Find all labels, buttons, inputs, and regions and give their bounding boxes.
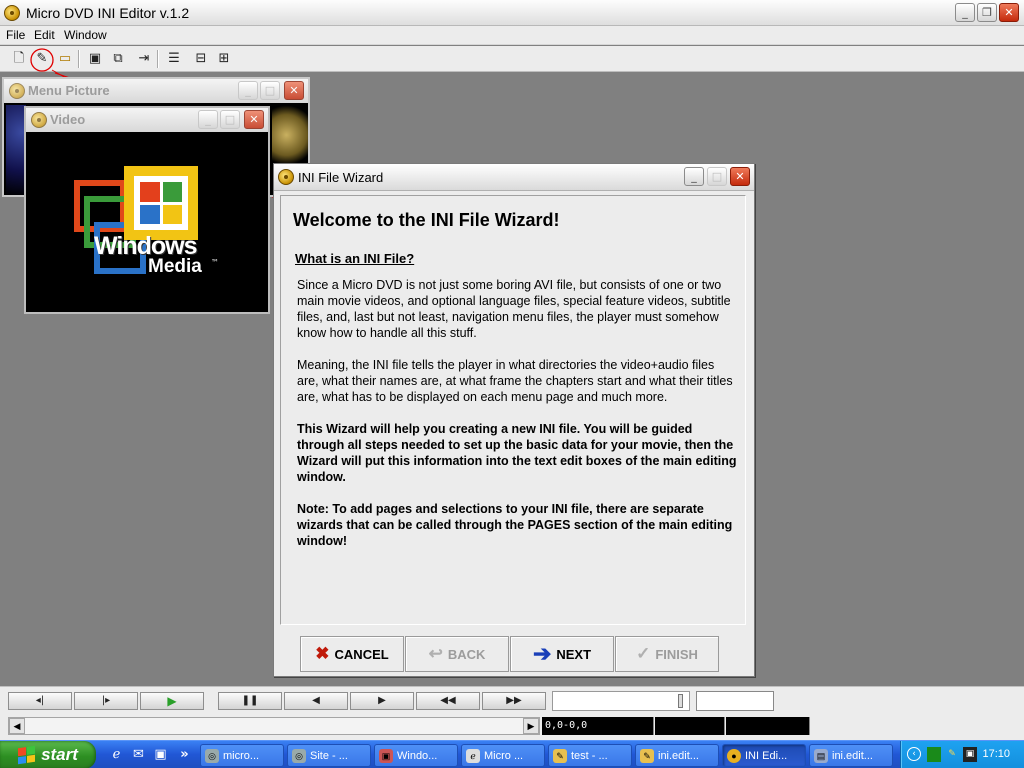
play-button[interactable]: ▶ — [140, 692, 204, 710]
video-title-bar[interactable]: Video _ □ ✕ — [26, 108, 268, 132]
start-label: start — [41, 745, 78, 764]
close-button[interactable]: ✕ — [730, 167, 750, 186]
wizard-subheading: What is an INI File? — [295, 251, 415, 266]
taskbar-item[interactable]: ✎ test - ... — [548, 744, 632, 767]
video-window[interactable]: Video _ □ ✕ Windows Media ™ — [24, 106, 270, 314]
wizard-paragraph-4: Note: To add pages and selections to you… — [297, 502, 733, 548]
taskbar-app-icon: ✎ — [553, 748, 567, 763]
taskbar-app-icon: ℯ — [466, 748, 480, 763]
menu-picture-thumbnail — [272, 105, 308, 165]
wizard-content-panel: Welcome to the INI File Wizard! What is … — [280, 195, 746, 625]
taskbar-app-icon: ◎ — [205, 748, 219, 763]
seek-thumb[interactable] — [678, 694, 683, 708]
wizard-paragraph-3: This Wizard will help you creating a new… — [297, 422, 737, 484]
next-button[interactable]: ➔ NEXT — [510, 636, 614, 672]
pause-button[interactable]: ❚❚ — [218, 692, 282, 710]
tray-app-icon[interactable]: ✎ — [945, 747, 959, 762]
skip-start-button[interactable]: ◂| — [8, 692, 72, 710]
scroll-left-icon[interactable]: ◀ — [9, 718, 25, 734]
video-title: Video — [50, 112, 86, 127]
rewind-button[interactable]: ◀ — [284, 692, 348, 710]
wizard-title-bar[interactable]: INI File Wizard _ □ ✕ — [274, 164, 754, 191]
finish-button: ✓ FINISH — [615, 636, 719, 672]
horizontal-scrollbar[interactable]: ◀ ▶ — [8, 717, 540, 735]
internet-explorer-icon[interactable]: ℯ — [108, 746, 125, 763]
logo-trademark: ™ — [211, 258, 219, 267]
taskbar-clock: 17:10 — [982, 748, 1010, 760]
taskbar-item[interactable]: ▤ ini.edit... — [809, 744, 893, 767]
wizard-heading: Welcome to the INI File Wizard! — [293, 210, 560, 230]
wizard-paragraph-1: Since a Micro DVD is not just some borin… — [297, 278, 731, 340]
minimize-button[interactable]: _ — [684, 167, 704, 186]
taskbar-item[interactable]: ✎ ini.edit... — [635, 744, 719, 767]
taskbar-item[interactable]: ▣ Windo... — [374, 744, 458, 767]
status-display — [726, 717, 810, 735]
tray-network-icon[interactable] — [927, 747, 941, 762]
window-icon — [278, 169, 294, 185]
wizard-title: INI File Wizard — [298, 170, 384, 185]
wizard-button-row: ✖ CANCEL ↩ BACK ➔ NEXT ✓ FINISH — [300, 636, 720, 672]
taskbar-app-icon: ▣ — [379, 748, 393, 763]
cancel-button[interactable]: ✖ CANCEL — [300, 636, 404, 672]
menu-picture-title-bar[interactable]: Menu Picture _ □ ✕ — [4, 79, 308, 103]
close-button[interactable]: ✕ — [244, 110, 264, 129]
cancel-x-icon: ✖ — [315, 644, 330, 663]
ini-file-wizard-dialog[interactable]: INI File Wizard _ □ ✕ Welcome to the INI… — [273, 163, 755, 677]
system-tray: ‹ ✎ ▣ 17:10 — [900, 741, 1024, 768]
windows-flag-icon — [134, 176, 188, 230]
player-controls: ◂| |▸ ▶ ❚❚ ◀ ▶ ◀◀ ▶▶ — [0, 686, 1024, 714]
timecode-display: 0,0-0,0 — [542, 717, 654, 735]
window-icon — [9, 83, 25, 99]
next-label: NEXT — [556, 646, 592, 662]
back-label: BACK — [447, 646, 486, 662]
taskbar: start ℯ ✉ ▣ » ◎ micro... ◎ Site - ... ▣ Win… — [0, 740, 1024, 768]
tray-monitor-icon[interactable]: ▣ — [963, 747, 977, 762]
annotation-circle — [30, 48, 54, 72]
forward-button[interactable]: ▶ — [350, 692, 414, 710]
logo-text-media: Media — [148, 256, 202, 277]
close-button[interactable]: ✕ — [284, 81, 304, 100]
taskbar-app-icon: ◎ — [292, 748, 306, 763]
timecode-input[interactable] — [696, 691, 774, 711]
next-arrow-icon: ➔ — [532, 641, 552, 666]
seek-slider[interactable] — [552, 691, 690, 711]
start-button[interactable]: start — [0, 741, 96, 768]
windows-media-logo: Windows Media ™ — [74, 166, 224, 280]
outlook-icon[interactable]: ✉ — [130, 746, 147, 763]
scroll-row: ◀ ▶ 0,0-0,0 — [0, 714, 1024, 740]
windows-flag-icon — [18, 745, 36, 765]
cancel-label: CANCEL — [334, 646, 389, 662]
disk-icon[interactable]: ▣ — [152, 746, 169, 763]
maximize-button: □ — [707, 167, 727, 186]
tray-expand-icon[interactable]: ‹ — [907, 747, 921, 761]
fast-rewind-button[interactable]: ◀◀ — [416, 692, 480, 710]
chevron-more-icon[interactable]: » — [176, 746, 193, 763]
taskbar-item-active[interactable]: ● INI Edi... — [722, 744, 806, 767]
back-button: ↩ BACK — [405, 636, 509, 672]
step-forward-button[interactable]: |▸ — [74, 692, 138, 710]
logo-flag-box — [124, 166, 198, 240]
status-display — [655, 717, 725, 735]
taskbar-app-icon: ● — [727, 748, 741, 763]
taskbar-item[interactable]: ◎ micro... — [200, 744, 284, 767]
maximize-button[interactable]: □ — [260, 81, 280, 100]
scroll-right-icon[interactable]: ▶ — [523, 718, 539, 734]
taskbar-app-icon: ✎ — [640, 748, 654, 763]
taskbar-app-icon: ▤ — [814, 748, 828, 763]
maximize-button[interactable]: □ — [220, 110, 240, 129]
window-icon — [31, 112, 47, 128]
taskbar-item[interactable]: ℯ Micro ... — [461, 744, 545, 767]
menu-picture-thumbnail — [6, 105, 26, 195]
menu-picture-title: Menu Picture — [28, 83, 110, 98]
back-arrow-icon: ↩ — [428, 644, 443, 663]
finish-label: FINISH — [655, 646, 698, 662]
taskbar-item[interactable]: ◎ Site - ... — [287, 744, 371, 767]
wizard-paragraph-2: Meaning, the INI file tells the player i… — [297, 358, 733, 404]
finish-check-icon: ✓ — [636, 644, 651, 663]
minimize-button[interactable]: _ — [198, 110, 218, 129]
minimize-button[interactable]: _ — [238, 81, 258, 100]
fast-forward-button[interactable]: ▶▶ — [482, 692, 546, 710]
